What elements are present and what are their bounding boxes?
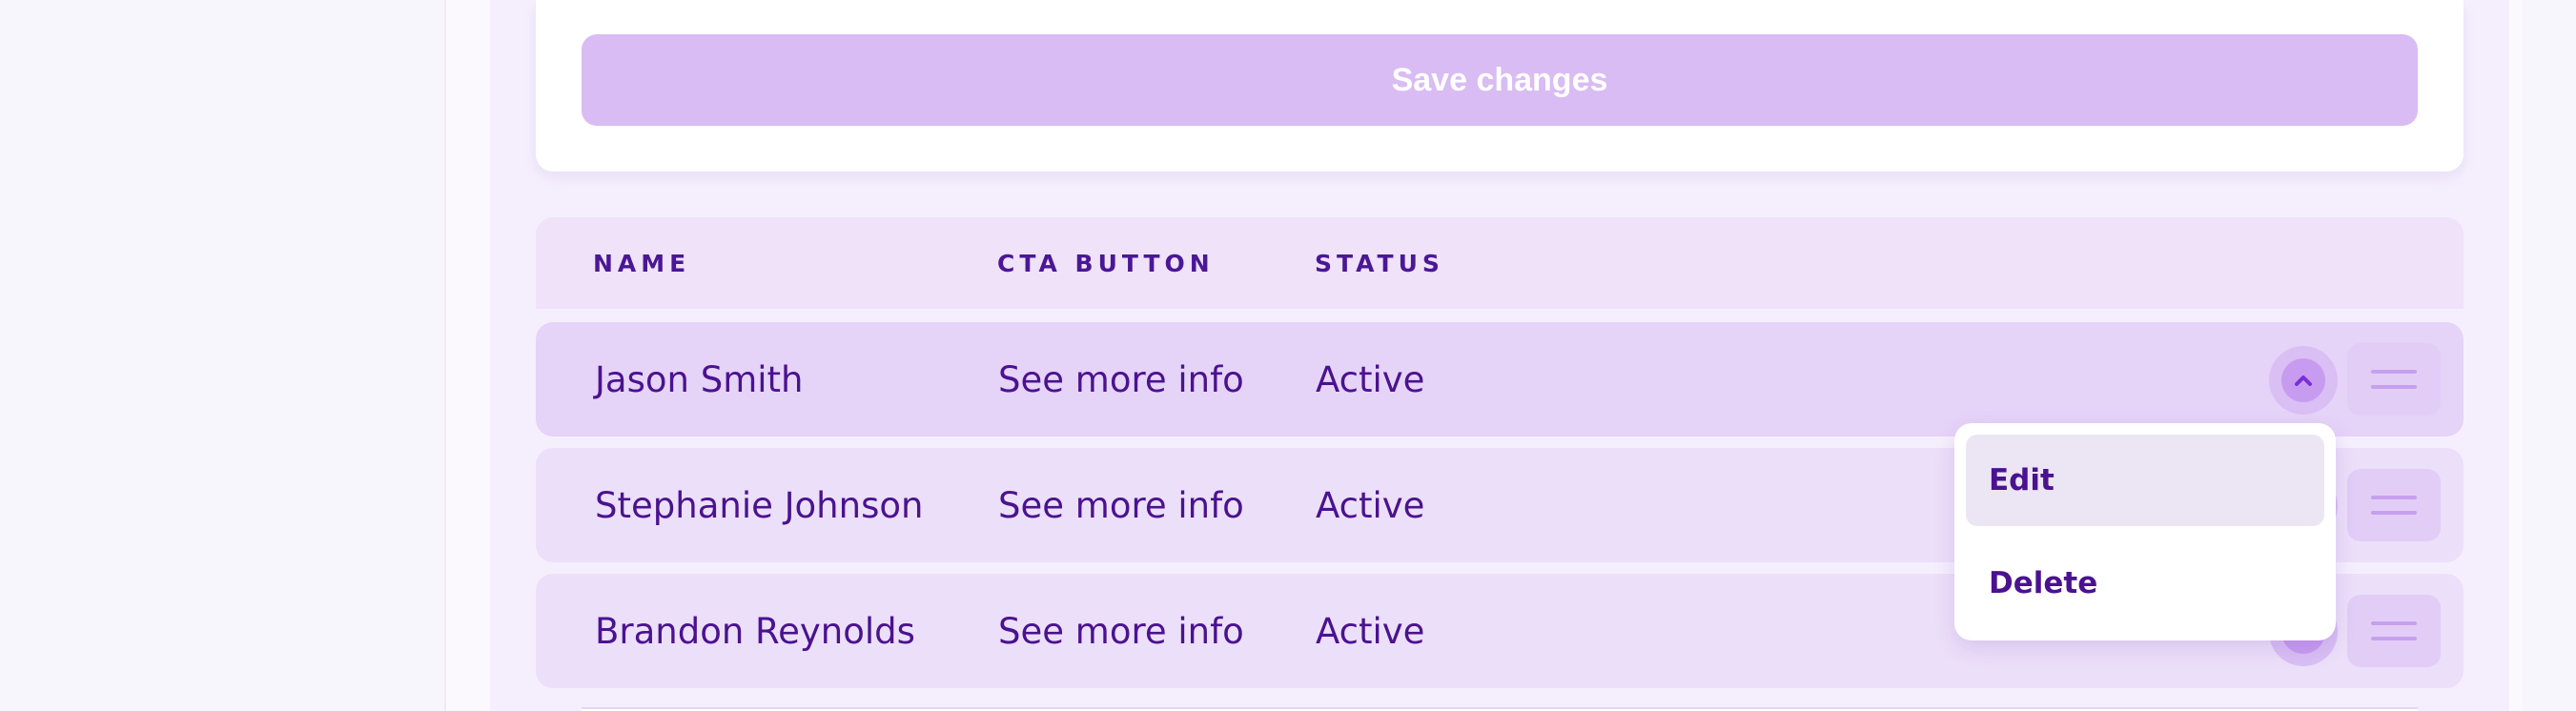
save-changes-button[interactable]: Save changes — [582, 34, 2418, 126]
row-name: Brandon Reynolds — [595, 610, 915, 652]
chevron-up-icon — [2281, 358, 2325, 402]
table-row: Jason Smith See more info Active — [536, 322, 2464, 437]
table-header: NAME CTA BUTTON STATUS — [536, 217, 2464, 309]
drag-handle-icon[interactable] — [2347, 595, 2441, 667]
row-menu-toggle-button[interactable] — [2269, 346, 2338, 415]
menu-item-delete[interactable]: Delete — [1966, 538, 2324, 629]
menu-item-edit[interactable]: Edit — [1966, 435, 2324, 526]
next-card-edge — [582, 707, 2418, 711]
row-status: Active — [1316, 358, 1425, 400]
row-status: Active — [1316, 610, 1425, 652]
row-status: Active — [1316, 484, 1425, 526]
row-cta: See more info — [998, 610, 1244, 652]
row-cta: See more info — [998, 358, 1244, 400]
column-header-status: STATUS — [1315, 249, 1444, 277]
row-cta: See more info — [998, 484, 1244, 526]
row-action-menu: Edit Delete — [1954, 423, 2336, 640]
drag-handle-icon[interactable] — [2347, 469, 2441, 541]
row-name: Stephanie Johnson — [595, 484, 924, 526]
column-header-cta-button: CTA BUTTON — [997, 249, 1215, 277]
drag-handle-icon[interactable] — [2347, 343, 2441, 416]
row-name: Jason Smith — [595, 358, 804, 400]
left-gutter — [0, 0, 444, 711]
column-header-name: NAME — [593, 249, 691, 277]
